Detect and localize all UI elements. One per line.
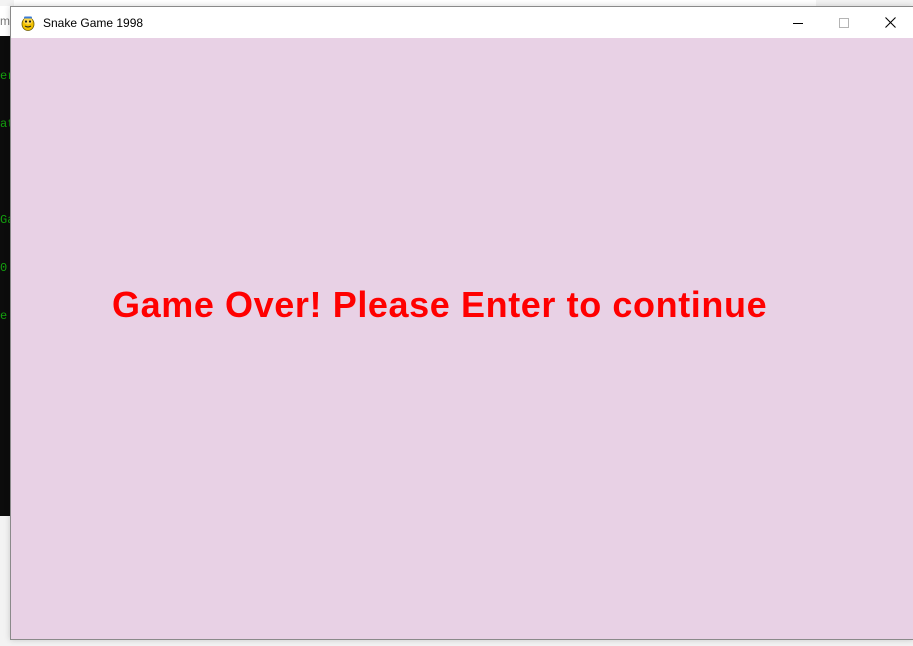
game-over-message: Game Over! Please Enter to continue <box>112 284 768 325</box>
pygame-snake-icon[interactable] <box>20 15 36 31</box>
minimize-button[interactable] <box>775 7 821 38</box>
maximize-button[interactable] <box>821 7 867 38</box>
desktop: m er at Ga 0. e Snake Game 1998 Game Ove… <box>0 0 913 646</box>
game-canvas[interactable]: Game Over! Please Enter to continue <box>11 38 913 639</box>
close-button[interactable] <box>867 7 913 38</box>
maximize-icon <box>839 17 849 28</box>
window-title: Snake Game 1998 <box>43 15 144 30</box>
close-icon <box>884 17 896 28</box>
game-window[interactable]: Snake Game 1998 Game Over! Please Enter … <box>10 6 913 640</box>
title-bar[interactable]: Snake Game 1998 <box>11 7 913 38</box>
caption-buttons <box>775 7 913 38</box>
minimize-icon <box>793 22 803 24</box>
